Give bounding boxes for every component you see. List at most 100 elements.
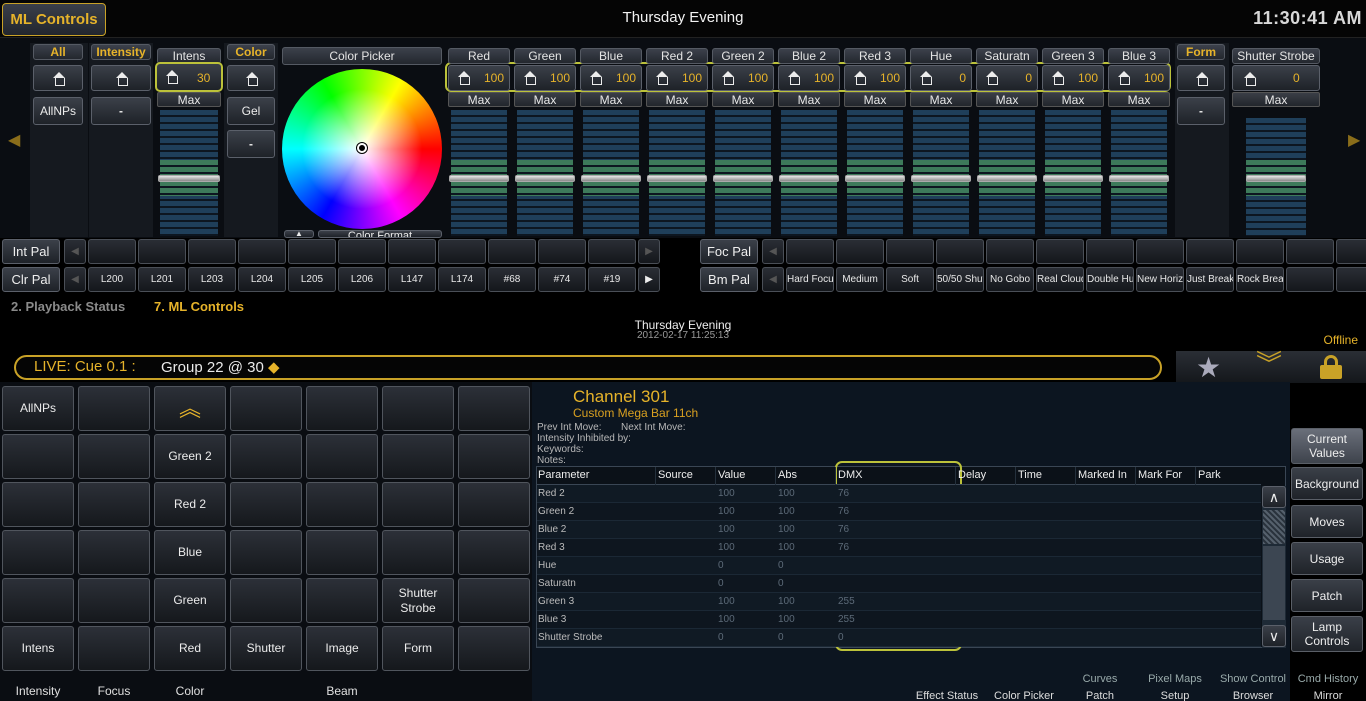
color-wheel-cursor[interactable] bbox=[357, 143, 367, 153]
side-background-button[interactable]: Background bbox=[1291, 467, 1363, 500]
intensity-minus-button[interactable]: - bbox=[91, 97, 151, 125]
foc-palette-6[interactable] bbox=[1036, 239, 1084, 264]
column-header-dmx[interactable]: DMX bbox=[838, 469, 862, 481]
table-row[interactable] bbox=[537, 539, 1261, 557]
patch-label[interactable]: Patch bbox=[1070, 690, 1130, 701]
red-3-max-button[interactable]: Max bbox=[844, 92, 906, 107]
show-control-label[interactable]: Show Control bbox=[1215, 673, 1291, 685]
blue-softkey[interactable]: Blue bbox=[154, 530, 226, 575]
saturatn-home-button[interactable]: 0 bbox=[976, 65, 1038, 91]
all-home-button[interactable] bbox=[33, 65, 83, 91]
int-palette-7[interactable] bbox=[388, 239, 436, 264]
int-palette-11[interactable] bbox=[588, 239, 636, 264]
softkey-empty[interactable] bbox=[382, 434, 454, 479]
blue-2-max-button[interactable]: Max bbox=[778, 92, 840, 107]
bm-palette-4[interactable]: 50/50 Shutter bbox=[936, 267, 984, 292]
up-arrow-icon[interactable]: ▲ bbox=[284, 230, 314, 238]
green-3-fader-handle[interactable] bbox=[1043, 175, 1103, 182]
table-row[interactable] bbox=[537, 593, 1261, 611]
table-row[interactable] bbox=[537, 629, 1261, 647]
softkey-empty[interactable] bbox=[382, 530, 454, 575]
softkey-empty[interactable] bbox=[458, 386, 530, 431]
int-palette-8[interactable] bbox=[438, 239, 486, 264]
intens-softkey[interactable]: Intens bbox=[2, 626, 74, 671]
softkey-empty[interactable] bbox=[306, 386, 378, 431]
setup-label[interactable]: Setup bbox=[1140, 690, 1210, 701]
clr-palette-2[interactable]: L201 bbox=[138, 267, 186, 292]
all-header[interactable]: All bbox=[33, 44, 83, 60]
bm-pal-button[interactable]: Bm Pal bbox=[700, 267, 758, 292]
blue-fader-handle[interactable] bbox=[581, 175, 641, 182]
shutter-max-button[interactable]: Max bbox=[1232, 92, 1320, 107]
softkey-empty[interactable] bbox=[306, 578, 378, 623]
softkey-empty[interactable] bbox=[2, 482, 74, 527]
softkey-empty[interactable] bbox=[2, 530, 74, 575]
intensity-header[interactable]: Intensity bbox=[91, 44, 151, 60]
bm-palette-5[interactable]: No Gobo bbox=[986, 267, 1034, 292]
clr-palette-1[interactable]: L200 bbox=[88, 267, 136, 292]
bm-palette-12[interactable] bbox=[1336, 267, 1366, 292]
lock-icon[interactable] bbox=[1320, 355, 1342, 379]
softkey-empty[interactable] bbox=[230, 386, 302, 431]
scroll-up-icon[interactable]: ∧ bbox=[1262, 486, 1286, 508]
foc-palette-5[interactable] bbox=[986, 239, 1034, 264]
foc-palette-10[interactable] bbox=[1236, 239, 1284, 264]
foc-pal-button[interactable]: Foc Pal bbox=[700, 239, 758, 264]
form-home-button[interactable] bbox=[1177, 65, 1225, 91]
tab-ml-controls[interactable]: 7. ML Controls bbox=[154, 299, 244, 314]
table-row[interactable] bbox=[537, 557, 1261, 575]
scroll-track[interactable] bbox=[1263, 546, 1285, 620]
pixel-maps-label[interactable]: Pixel Maps bbox=[1140, 673, 1210, 685]
intens-home-button[interactable]: 30 bbox=[155, 62, 223, 92]
softkey-empty[interactable] bbox=[78, 482, 150, 527]
softkey-empty[interactable] bbox=[230, 434, 302, 479]
green-fader-handle[interactable] bbox=[515, 175, 575, 182]
cmd-history-label[interactable]: Cmd History bbox=[1292, 673, 1364, 685]
mirror-label[interactable]: Mirror bbox=[1292, 690, 1364, 701]
foc-palette-4[interactable] bbox=[936, 239, 984, 264]
clr-palette-8[interactable]: L174 bbox=[438, 267, 486, 292]
red-softkey[interactable]: Red bbox=[154, 626, 226, 671]
clr-palette-7[interactable]: L147 bbox=[388, 267, 436, 292]
int-palette-9[interactable] bbox=[488, 239, 536, 264]
clr-pal-button[interactable]: Clr Pal bbox=[2, 267, 60, 292]
right-arrow-icon[interactable]: ▶ bbox=[638, 239, 660, 264]
green-2-softkey[interactable]: Green 2 bbox=[154, 434, 226, 479]
foc-palette-3[interactable] bbox=[886, 239, 934, 264]
color-picker-label[interactable]: Color Picker bbox=[988, 690, 1060, 701]
int-palette-5[interactable] bbox=[288, 239, 336, 264]
bm-palette-11[interactable] bbox=[1286, 267, 1334, 292]
color-home-button[interactable] bbox=[227, 65, 275, 91]
blue-3-fader-handle[interactable] bbox=[1109, 175, 1169, 182]
bm-palette-10[interactable]: Rock Break bbox=[1236, 267, 1284, 292]
column-header-time[interactable]: Time bbox=[1018, 469, 1042, 481]
int-palette-3[interactable] bbox=[188, 239, 236, 264]
table-row[interactable] bbox=[537, 521, 1261, 539]
bm-palette-7[interactable]: Double Hue bbox=[1086, 267, 1134, 292]
green-2-max-button[interactable]: Max bbox=[712, 92, 774, 107]
column-header-abs[interactable]: Abs bbox=[778, 469, 797, 481]
side-lamp-controls-button[interactable]: Lamp Controls bbox=[1291, 616, 1363, 652]
int-palette-1[interactable] bbox=[88, 239, 136, 264]
green-3-home-button[interactable]: 100 bbox=[1042, 65, 1104, 91]
bm-palette-2[interactable]: Medium bbox=[836, 267, 884, 292]
left-arrow-icon[interactable]: ◀ bbox=[64, 239, 86, 264]
scroll-down-icon[interactable]: ∨ bbox=[1262, 625, 1286, 647]
softkey-empty[interactable] bbox=[458, 578, 530, 623]
clr-palette-3[interactable]: L203 bbox=[188, 267, 236, 292]
softkey-empty[interactable] bbox=[230, 530, 302, 575]
shutter-strobe-softkey[interactable]: Shutter Strobe bbox=[382, 578, 454, 623]
red-3-fader-handle[interactable] bbox=[845, 175, 905, 182]
color-header[interactable]: Color bbox=[227, 44, 275, 60]
foc-palette-12[interactable] bbox=[1336, 239, 1366, 264]
foc-palette-2[interactable] bbox=[836, 239, 884, 264]
softkey-empty[interactable] bbox=[78, 434, 150, 479]
bm-palette-1[interactable]: Hard Focus bbox=[786, 267, 834, 292]
table-row[interactable] bbox=[537, 485, 1261, 503]
left-arrow-icon[interactable]: ◀ bbox=[762, 239, 784, 264]
shutter-softkey[interactable]: Shutter bbox=[230, 626, 302, 671]
foc-palette-8[interactable] bbox=[1136, 239, 1184, 264]
softkey-empty[interactable] bbox=[2, 578, 74, 623]
softkey-empty[interactable] bbox=[78, 530, 150, 575]
column-header-value[interactable]: Value bbox=[718, 469, 745, 481]
